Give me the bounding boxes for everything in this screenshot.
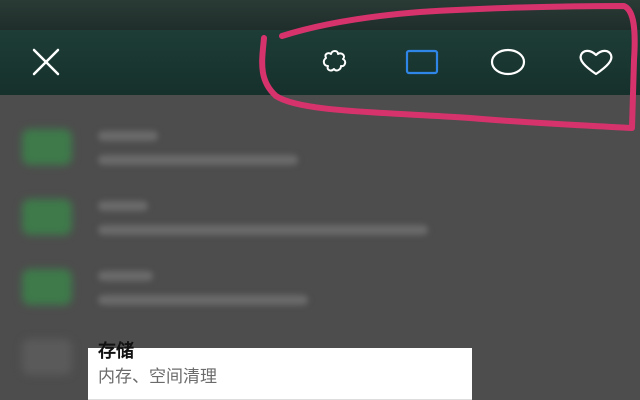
- square-icon: [405, 49, 439, 75]
- status-bar: [0, 0, 640, 30]
- close-button[interactable]: [28, 44, 64, 80]
- circle-icon: [490, 48, 526, 76]
- puzzle-icon: [322, 50, 347, 72]
- list-item: [0, 115, 640, 185]
- list-item: [0, 255, 640, 325]
- shape-square-button[interactable]: [402, 44, 442, 80]
- settings-item-subtitle: 内存、空间清理: [98, 367, 217, 387]
- shape-puzzle-button[interactable]: [316, 44, 356, 80]
- app-icon: [22, 269, 72, 305]
- storage-settings-item[interactable]: 存储 内存、空间清理: [88, 342, 472, 400]
- close-icon: [32, 48, 60, 76]
- shape-heart-button[interactable]: [576, 44, 616, 80]
- app-icon: [22, 199, 72, 235]
- app-icon: [22, 339, 72, 375]
- settings-item-title: 存储: [98, 341, 134, 362]
- shape-circle-button[interactable]: [488, 44, 528, 80]
- list-item: [0, 185, 640, 255]
- heart-icon: [579, 49, 613, 76]
- app-icon: [22, 129, 72, 165]
